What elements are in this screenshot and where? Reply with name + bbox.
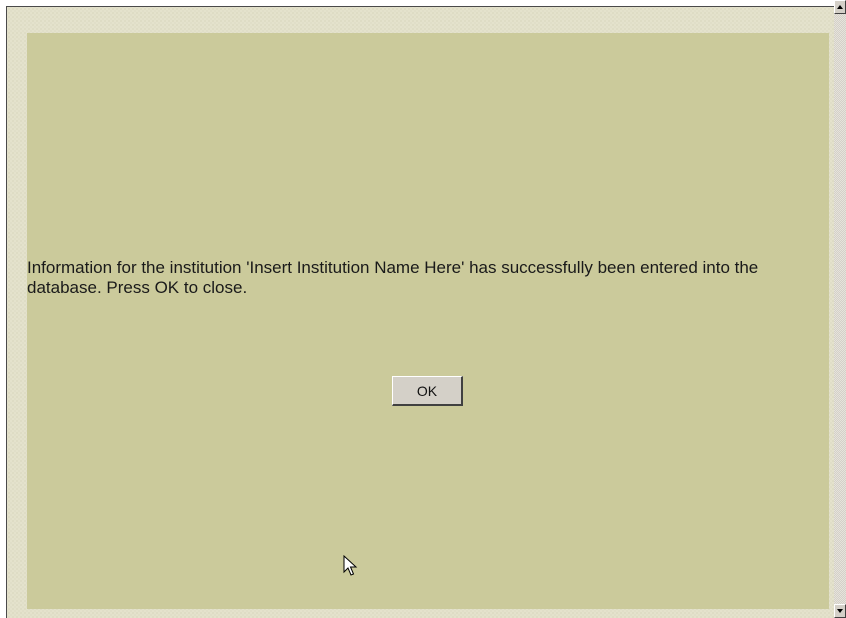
confirmation-panel: Information for the institution 'Insert … (27, 33, 829, 609)
scroll-up-arrow-icon[interactable] (834, 0, 846, 14)
confirmation-message: Information for the institution 'Insert … (27, 258, 759, 297)
mouse-pointer-icon (343, 555, 358, 576)
browser-content-window: Information for the institution 'Insert … (0, 0, 846, 618)
vertical-scrollbar[interactable] (834, 0, 846, 618)
scroll-down-arrow-icon[interactable] (834, 604, 846, 618)
ok-button[interactable]: OK (392, 376, 463, 406)
page-frame: Information for the institution 'Insert … (6, 6, 834, 618)
